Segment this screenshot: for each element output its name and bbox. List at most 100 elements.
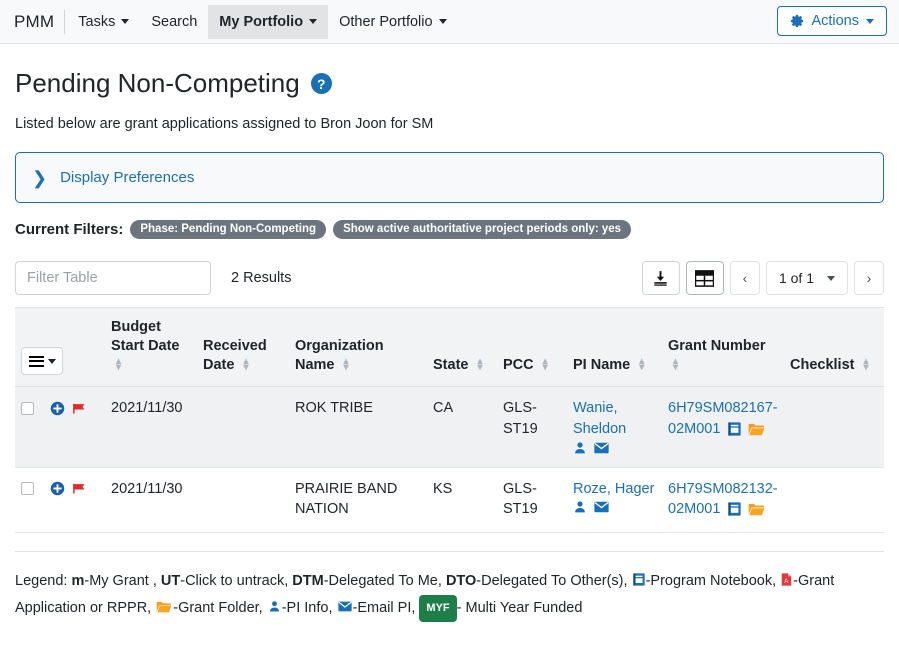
- sort-icon[interactable]: ▴ ▾: [543, 357, 552, 373]
- row-checkbox[interactable]: [21, 402, 34, 416]
- chevron-down-icon: [438, 19, 447, 24]
- table-row[interactable]: 2021/11/30 PRAIRIE BAND NATION KS GLS-ST…: [15, 467, 884, 533]
- sort-icon[interactable]: ▴ ▾: [116, 357, 125, 373]
- plus-circle-icon[interactable]: [50, 481, 65, 496]
- cell-checklist: [784, 467, 884, 533]
- th-row-menu: [15, 306, 105, 388]
- table-toolbar: 2 Results: [15, 261, 884, 295]
- pi-name-link[interactable]: Wanie, Sheldon: [573, 400, 626, 437]
- grant-folder-icon[interactable]: [748, 423, 765, 436]
- cell-budget-start-date: 2021/11/30: [105, 467, 197, 533]
- question-circle-icon[interactable]: ?: [310, 73, 332, 94]
- program-notebook-icon[interactable]: [728, 502, 742, 516]
- legend-key-dtm: DTM: [292, 572, 324, 589]
- app-brand[interactable]: PMM: [8, 12, 64, 32]
- email-pi-icon[interactable]: [594, 501, 609, 513]
- th-state[interactable]: State ▴ ▾: [427, 306, 497, 388]
- filter-pill-phase[interactable]: Phase: Pending Non-Competing: [130, 220, 327, 239]
- download-icon: [652, 270, 669, 287]
- cell-checklist: [784, 386, 884, 468]
- legend-key-dto: DTO: [445, 572, 477, 589]
- cell-pi-name: Wanie, Sheldon: [567, 386, 662, 468]
- row-select-cell: [15, 467, 105, 533]
- table-view-button[interactable]: [685, 261, 724, 295]
- th-grant-number[interactable]: Grant Number ▴ ▾: [662, 306, 784, 388]
- display-preferences-panel[interactable]: ❯ Display Preferences: [15, 152, 884, 203]
- nav-item-label: Other Portfolio: [339, 13, 433, 30]
- nav-item-tasks[interactable]: Tasks: [67, 5, 140, 39]
- th-pcc[interactable]: PCC ▴ ▾: [497, 306, 567, 388]
- hamburger-menu-icon: [28, 353, 44, 369]
- th-received-date[interactable]: Received Date ▴ ▾: [197, 306, 289, 388]
- email-pi-icon[interactable]: [594, 442, 609, 454]
- sort-icon[interactable]: ▴ ▾: [673, 357, 682, 373]
- nav-item-my-portfolio[interactable]: My Portfolio: [208, 4, 329, 39]
- pi-name-link[interactable]: Roze, Hager: [573, 481, 654, 497]
- plus-circle-icon[interactable]: [50, 401, 65, 416]
- cell-grant-number: 6H79SM082167-02M001: [662, 386, 784, 468]
- download-button[interactable]: [641, 261, 680, 295]
- th-pi-name[interactable]: PI Name ▴ ▾: [567, 306, 662, 388]
- top-navbar: PMM Tasks Search My Portfolio Other Port…: [0, 0, 899, 44]
- nav-item-label: Tasks: [78, 13, 116, 30]
- prev-page-button[interactable]: ‹: [729, 261, 760, 295]
- page-subtitle: Listed below are grant applications assi…: [15, 116, 434, 132]
- table-row[interactable]: 2021/11/30 ROK TRIBE CA GLS-ST19 Wanie, …: [15, 386, 884, 468]
- legend-text-email: -Email PI,: [352, 599, 416, 616]
- program-notebook-icon: [632, 573, 645, 586]
- pi-icon-group: [573, 500, 656, 514]
- table-header-row: Budget Start Date ▴ ▾ Received Date ▴ ▾ Or…: [15, 306, 884, 388]
- page-select[interactable]: 1 of 1: [765, 261, 848, 295]
- red-flag-icon[interactable]: [72, 402, 86, 416]
- th-organization-name[interactable]: Organization Name ▴ ▾: [289, 306, 427, 388]
- current-filters: Current Filters: Phase: Pending Non-Comp…: [15, 220, 884, 239]
- legend-text-dto: -Delegated To Other(s),: [476, 572, 628, 589]
- cell-organization-name: ROK TRIBE: [289, 386, 427, 468]
- red-flag-icon[interactable]: [72, 482, 86, 496]
- sort-icon[interactable]: ▴ ▾: [243, 357, 252, 373]
- table-menu-button[interactable]: [21, 347, 63, 376]
- legend-text-folder: -Grant Folder,: [173, 599, 263, 616]
- email-pi-icon: [337, 601, 352, 612]
- th-budget-start-date[interactable]: Budget Start Date ▴ ▾: [105, 306, 197, 388]
- sort-icon[interactable]: ▴ ▾: [478, 357, 487, 373]
- nav-item-search[interactable]: Search: [140, 5, 208, 39]
- row-select-cell: [15, 386, 105, 468]
- sort-icon[interactable]: ▴ ▾: [864, 357, 873, 373]
- column-label: PCC: [503, 357, 534, 374]
- page-indicator: 1 of 1: [778, 270, 814, 286]
- th-checklist[interactable]: Checklist ▴ ▾: [784, 306, 884, 388]
- cell-pcc: GLS-ST19: [497, 386, 567, 468]
- display-preferences-label: Display Preferences: [60, 169, 195, 186]
- page-content: Pending Non-Competing ? Listed below are…: [0, 68, 899, 623]
- nav-item-other-portfolio[interactable]: Other Portfolio: [328, 5, 458, 39]
- chevron-down-icon: [309, 19, 318, 24]
- chevron-down-icon: [827, 275, 835, 281]
- legend-text-untrack: -Click to untrack,: [180, 572, 289, 589]
- actions-button[interactable]: Actions: [777, 6, 887, 36]
- pi-icon-group: [573, 441, 656, 455]
- results-table: Budget Start Date ▴ ▾ Received Date ▴ ▾ Or…: [15, 306, 884, 533]
- cell-pcc: GLS-ST19: [497, 467, 567, 533]
- cell-state: CA: [427, 386, 497, 468]
- filter-pill-active-periods[interactable]: Show active authoritative project period…: [333, 220, 632, 239]
- program-notebook-icon[interactable]: [728, 422, 742, 436]
- row-checkbox[interactable]: [21, 482, 34, 496]
- legend-text-my-grant: -My Grant ,: [84, 572, 157, 589]
- toolbar-right-group: ‹ 1 of 1 ›: [641, 261, 884, 295]
- next-page-button[interactable]: ›: [854, 261, 884, 295]
- results-count: 2 Results: [231, 270, 292, 286]
- legend: Legend: m-My Grant , UT-Click to untrack…: [15, 550, 884, 623]
- sort-icon[interactable]: ▴ ▾: [344, 357, 353, 373]
- grant-folder-icon[interactable]: [748, 503, 765, 516]
- pi-info-icon[interactable]: [573, 441, 587, 455]
- sort-icon[interactable]: ▴ ▾: [639, 357, 648, 373]
- cell-grant-number: 6H79SM082132-02M001: [662, 467, 784, 533]
- legend-text-notebook: -Program Notebook,: [645, 572, 777, 589]
- chevron-down-icon: [866, 18, 874, 24]
- legend-text-pi: -PI Info,: [281, 599, 333, 616]
- nav-item-label: My Portfolio: [219, 13, 304, 30]
- filter-table-input[interactable]: [15, 261, 211, 295]
- pi-info-icon[interactable]: [573, 500, 587, 514]
- cell-budget-start-date: 2021/11/30: [105, 386, 197, 468]
